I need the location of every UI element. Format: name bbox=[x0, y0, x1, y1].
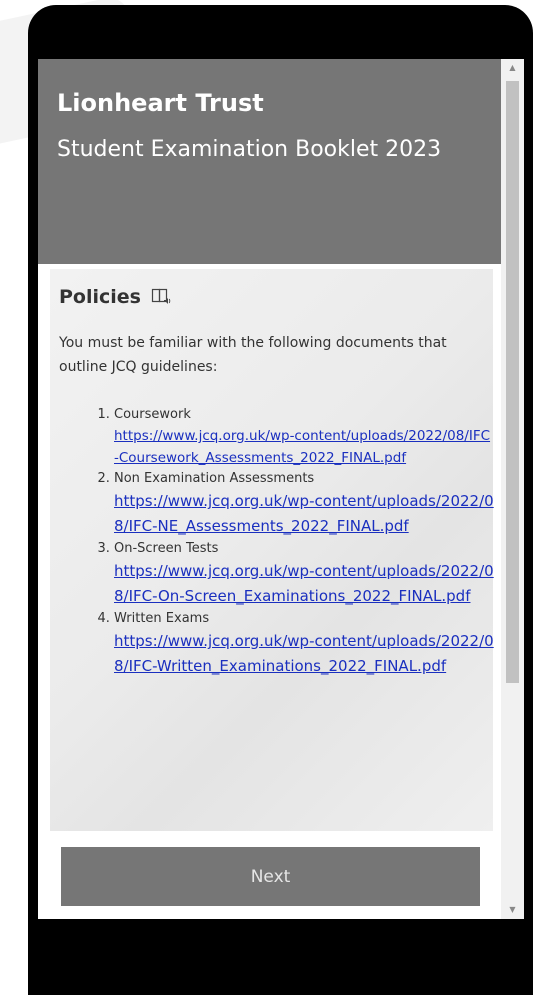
policies-section: Policies You must be familiar with the f… bbox=[50, 269, 494, 831]
policies-heading: Policies bbox=[59, 286, 171, 308]
policies-heading-text: Policies bbox=[59, 286, 141, 308]
document-link[interactable]: https://www.jcq.org.uk/wp-content/upload… bbox=[114, 425, 494, 469]
list-item: On-Screen Tests https://www.jcq.org.uk/w… bbox=[114, 539, 494, 609]
scrollbar-thumb[interactable] bbox=[506, 81, 519, 683]
form-screen: Lionheart Trust Student Examination Book… bbox=[38, 59, 524, 919]
list-item: Coursework https://www.jcq.org.uk/wp-con… bbox=[114, 405, 494, 469]
immersive-reader-icon[interactable] bbox=[151, 288, 171, 306]
list-item: Written Exams https://www.jcq.org.uk/wp-… bbox=[114, 609, 494, 679]
intro-text: You must be familiar with the following … bbox=[59, 335, 447, 375]
document-label: Non Examination Assessments bbox=[114, 471, 315, 486]
document-label: Coursework bbox=[114, 407, 191, 422]
form-header: Lionheart Trust Student Examination Book… bbox=[38, 59, 501, 264]
document-link[interactable]: https://www.jcq.org.uk/wp-content/upload… bbox=[114, 489, 494, 539]
org-title: Lionheart Trust bbox=[57, 89, 264, 117]
policy-document-list: Coursework https://www.jcq.org.uk/wp-con… bbox=[94, 405, 494, 679]
document-link[interactable]: https://www.jcq.org.uk/wp-content/upload… bbox=[114, 559, 494, 609]
document-label: Written Exams bbox=[114, 611, 210, 626]
scrollbar[interactable]: ▲ ▼ bbox=[501, 59, 524, 919]
list-item: Non Examination Assessments https://www.… bbox=[114, 469, 494, 539]
scroll-up-arrow-icon[interactable]: ▲ bbox=[501, 59, 524, 77]
next-button[interactable]: Next bbox=[61, 847, 480, 906]
document-link[interactable]: https://www.jcq.org.uk/wp-content/upload… bbox=[114, 629, 494, 679]
document-label: On-Screen Tests bbox=[114, 541, 219, 556]
scroll-down-arrow-icon[interactable]: ▼ bbox=[501, 901, 524, 919]
booklet-title: Student Examination Booklet 2023 bbox=[57, 137, 442, 162]
